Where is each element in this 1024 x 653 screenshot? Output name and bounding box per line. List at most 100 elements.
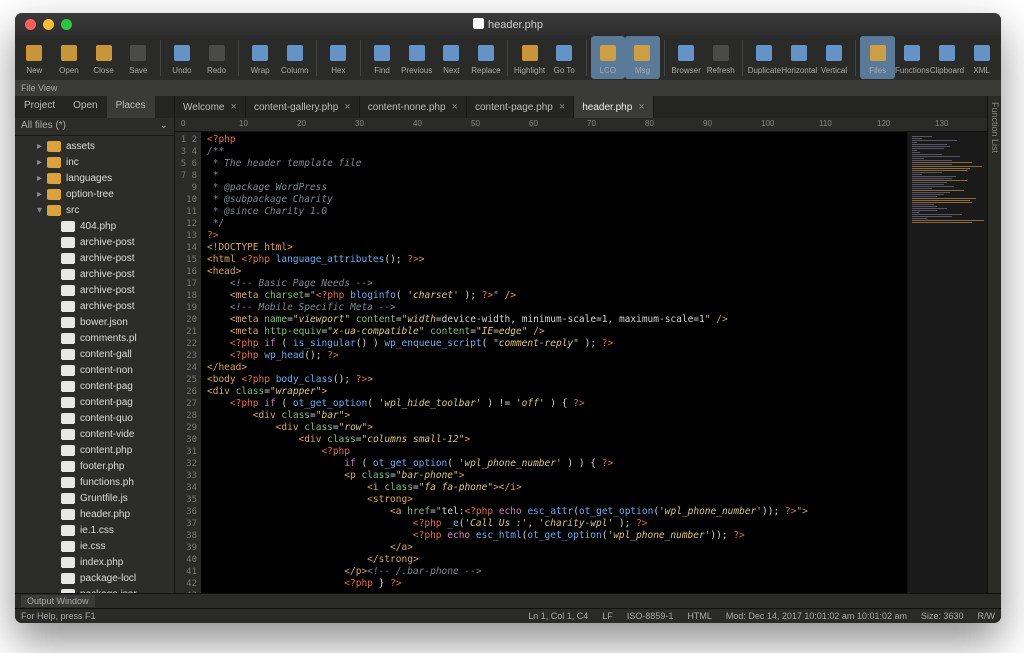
column-button[interactable]: Column [277, 36, 312, 79]
new-button[interactable]: New [17, 36, 52, 79]
file-icon [61, 285, 75, 296]
tree-item-label: content-pag [80, 381, 133, 392]
tab-close-icon[interactable]: × [231, 101, 237, 113]
file-item[interactable]: content-pag [15, 394, 174, 410]
browser-button[interactable]: Browser [669, 36, 704, 79]
readwrite-status: R/W [978, 611, 996, 621]
editor-tab[interactable]: header.php × [574, 96, 654, 118]
lco-button[interactable]: LCO [591, 36, 626, 79]
file-item[interactable]: archive-post [15, 298, 174, 314]
file-item[interactable]: header.php [15, 506, 174, 522]
folder-item[interactable]: ▸languages [15, 170, 174, 186]
editor-tab[interactable]: content-page.php× [467, 96, 574, 118]
file-icon [61, 429, 75, 440]
split-h-icon [788, 42, 810, 64]
line-ending[interactable]: LF [602, 611, 613, 621]
horizontal-button[interactable]: Horizontal [782, 36, 817, 79]
msg-button[interactable]: Msg [625, 36, 660, 79]
editor-tab[interactable]: Welcome × [175, 96, 246, 118]
file-filter[interactable]: All files (*) ⌄ [15, 118, 174, 136]
go to-button[interactable]: Go To [547, 36, 582, 79]
file-item[interactable]: archive-post [15, 250, 174, 266]
vertical-button[interactable]: Vertical [817, 36, 852, 79]
replace-button[interactable]: Replace [469, 36, 504, 79]
sidebar-tab-open[interactable]: Open [64, 96, 106, 118]
highlight-button[interactable]: Highlight [512, 36, 547, 79]
file-item[interactable]: content-non [15, 362, 174, 378]
redo-button[interactable]: Redo [199, 36, 234, 79]
file-item[interactable]: comments.pl [15, 330, 174, 346]
xml-button[interactable]: XML [964, 36, 999, 79]
file-tree[interactable]: ▸assets▸inc▸languages▸option-tree▾src404… [15, 136, 174, 593]
toolbar-label: Vertical [821, 66, 847, 75]
file-item[interactable]: content-pag [15, 378, 174, 394]
output-window-tab[interactable]: Output Window [21, 595, 95, 607]
file-view-label: File View [15, 80, 1001, 96]
file-item[interactable]: ie.css [15, 538, 174, 554]
save-button[interactable]: Save [121, 36, 156, 79]
file-item[interactable]: package-locl [15, 570, 174, 586]
folder-item[interactable]: ▸inc [15, 154, 174, 170]
tab-label: Welcome [183, 102, 225, 113]
file-item[interactable]: index.php [15, 554, 174, 570]
file-item[interactable]: content-gall [15, 346, 174, 362]
folder-item[interactable]: ▾src [15, 202, 174, 218]
file-item[interactable]: archive-post [15, 266, 174, 282]
tree-item-label: content-quo [80, 413, 133, 424]
toolbar-label: Undo [172, 66, 191, 75]
hex-button[interactable]: Hex [321, 36, 356, 79]
save-icon [127, 42, 149, 64]
find-button[interactable]: Find [365, 36, 400, 79]
tab-label: header.php [582, 102, 632, 113]
tab-close-icon[interactable]: × [559, 101, 565, 113]
disclosure-arrow: ▸ [37, 189, 47, 200]
language-mode[interactable]: HTML [687, 611, 712, 621]
tab-close-icon[interactable]: × [638, 101, 644, 113]
file-item[interactable]: functions.ph [15, 474, 174, 490]
close-button[interactable]: Close [86, 36, 121, 79]
next-button[interactable]: Next [434, 36, 469, 79]
file-item[interactable]: package.jsor [15, 586, 174, 593]
file-item[interactable]: content.php [15, 442, 174, 458]
file-icon [61, 301, 75, 312]
file-item[interactable]: footer.php [15, 458, 174, 474]
tree-item-label: bower.json [80, 317, 128, 328]
clipboard-button[interactable]: Clipboard [930, 36, 965, 79]
toolbar-label: Redo [207, 66, 226, 75]
editor-tabs: Welcome×content-gallery.php×content-none… [175, 96, 987, 118]
toolbar-label: Replace [471, 66, 500, 75]
file-item[interactable]: ie.1.css [15, 522, 174, 538]
folder-item[interactable]: ▸assets [15, 138, 174, 154]
sidebar-tab-project[interactable]: Project [15, 96, 64, 118]
files-icon [867, 42, 889, 64]
folder-icon [47, 189, 61, 200]
file-item[interactable]: content-vide [15, 426, 174, 442]
file-item[interactable]: 404.php [15, 218, 174, 234]
tab-close-icon[interactable]: × [344, 101, 350, 113]
duplicate-button[interactable]: Duplicate [747, 36, 782, 79]
functions-button[interactable]: Functions [895, 36, 930, 79]
file-item[interactable]: archive-post [15, 234, 174, 250]
editor-tab[interactable]: content-gallery.php× [246, 96, 360, 118]
file-item[interactable]: archive-post [15, 282, 174, 298]
toolbar-label: Previous [401, 66, 432, 75]
folder-item[interactable]: ▸option-tree [15, 186, 174, 202]
sidebar-tab-places[interactable]: Places [107, 96, 155, 118]
toolbar-label: New [26, 66, 42, 75]
open-button[interactable]: Open [52, 36, 87, 79]
toolbar-label: Refresh [707, 66, 735, 75]
files-button[interactable]: Files [860, 36, 895, 79]
code-editor[interactable]: <?php /** * The header template file * *… [201, 132, 907, 593]
undo-button[interactable]: Undo [165, 36, 200, 79]
file-item[interactable]: content-quo [15, 410, 174, 426]
minimap[interactable] [907, 132, 987, 593]
refresh-button[interactable]: Refresh [703, 36, 738, 79]
encoding[interactable]: ISO-8859-1 [627, 611, 674, 621]
wrap-button[interactable]: Wrap [243, 36, 278, 79]
editor-tab[interactable]: content-none.php× [360, 96, 467, 118]
file-item[interactable]: bower.json [15, 314, 174, 330]
file-item[interactable]: Gruntfile.js [15, 490, 174, 506]
function-list-panel[interactable]: Function List [987, 96, 1001, 593]
tab-close-icon[interactable]: × [452, 101, 458, 113]
previous-button[interactable]: Previous [399, 36, 434, 79]
